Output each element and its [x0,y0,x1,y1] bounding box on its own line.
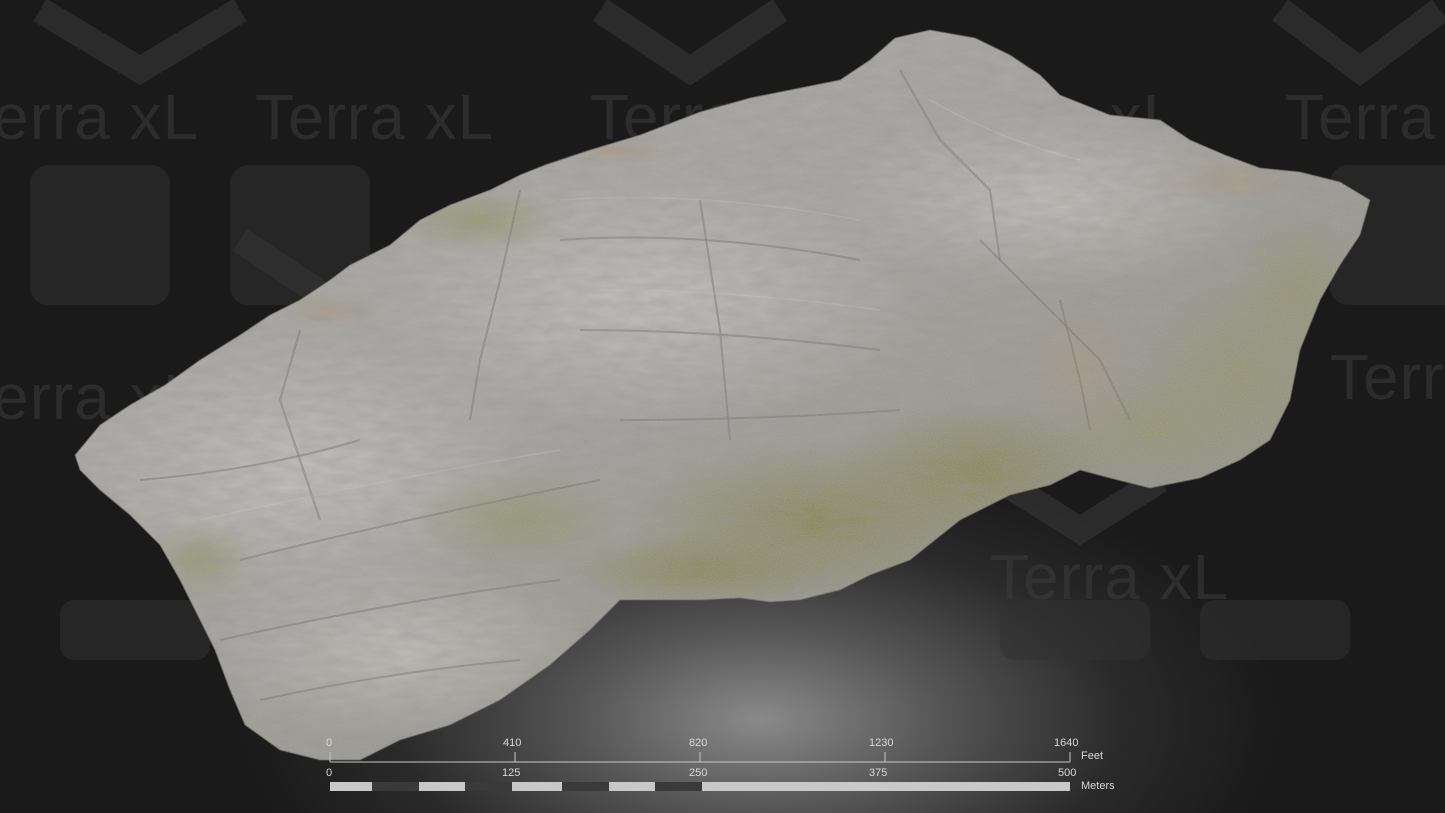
terrain-model [74,29,1371,761]
terrain-viewer: Terra xL Terra xL Terra xL Terra xL Terr… [0,0,1445,813]
terrain-mesh [74,29,1371,761]
